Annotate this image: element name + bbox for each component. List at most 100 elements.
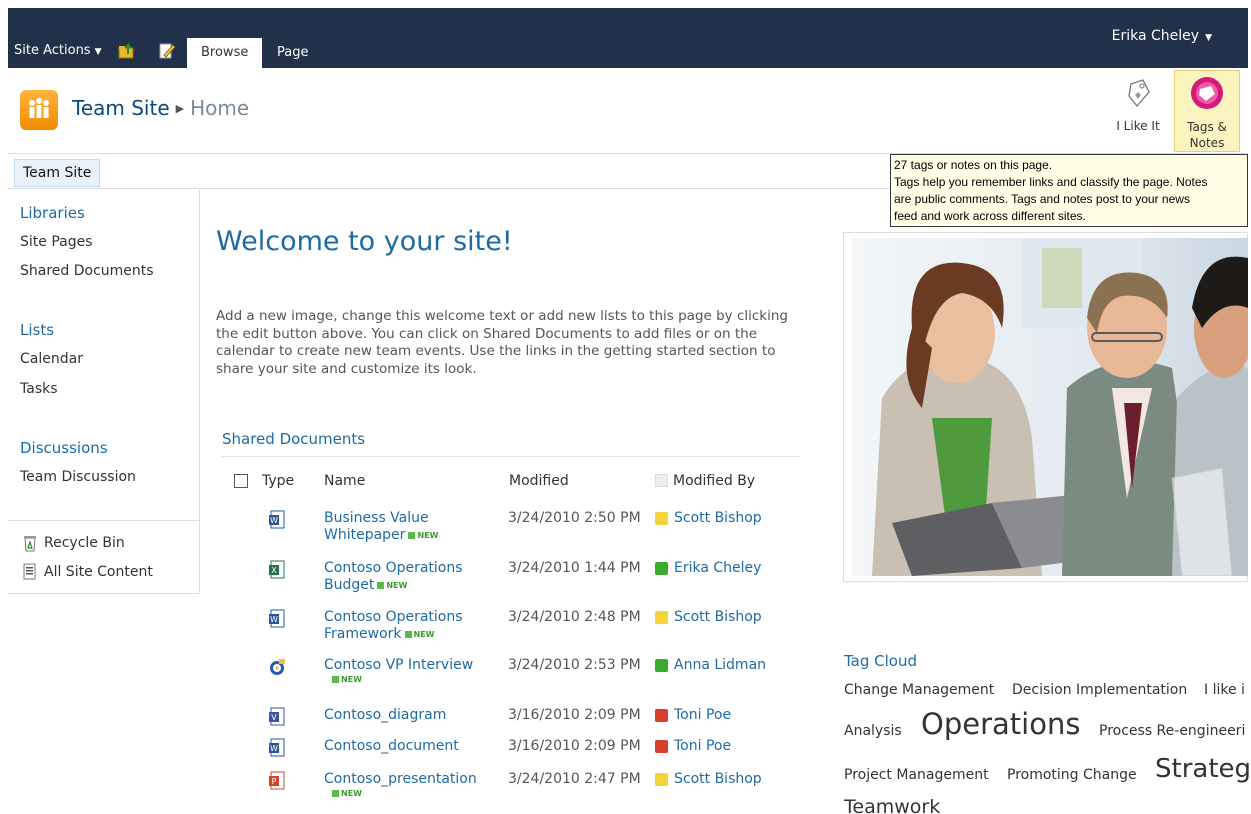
modified-by-link[interactable]: Anna Lidman — [674, 657, 766, 673]
new-badge-label: NEW — [413, 630, 435, 639]
new-star-icon — [404, 631, 412, 638]
tags-notes-tooltip: 27 tags or notes on this page. Tags help… — [890, 154, 1248, 227]
modified-by-link[interactable]: Toni Poe — [674, 707, 731, 723]
quick-launch-calendar[interactable]: Calendar — [20, 351, 83, 367]
new-badge: NEW — [377, 577, 407, 594]
document-name-link[interactable]: Contoso_document — [324, 738, 492, 755]
tag-link[interactable]: Operations — [921, 707, 1080, 741]
modified-date: 3/24/2010 2:53 PM — [508, 657, 641, 673]
modified-by-link[interactable]: Scott Bishop — [674, 771, 762, 787]
modified-date: 3/24/2010 2:47 PM — [508, 771, 641, 787]
tag-link[interactable]: Analysis — [844, 723, 902, 739]
quick-launch-libraries[interactable]: Libraries — [20, 204, 85, 222]
modified-by-link[interactable]: Scott Bishop — [674, 510, 762, 526]
svg-text:W: W — [270, 615, 278, 624]
tags-notes-label-line2: Notes — [1189, 136, 1225, 150]
document-name-line1: Contoso VP Interview — [324, 657, 474, 673]
shared-documents-web-part-title[interactable]: Shared Documents — [222, 430, 365, 448]
recycle-bin-label: Recycle Bin — [44, 535, 125, 551]
new-star-icon — [332, 790, 339, 797]
document-name-line1: Business Value — [324, 510, 429, 526]
modified-by-link[interactable]: Scott Bishop — [674, 609, 762, 625]
svg-text:W: W — [270, 744, 278, 753]
presence-online-icon[interactable] — [655, 659, 668, 672]
user-menu[interactable]: Erika Cheley ▼ — [1112, 28, 1212, 44]
presence-available-icon[interactable] — [655, 773, 668, 786]
recycle-bin-icon — [24, 536, 36, 552]
document-name-link[interactable]: Contoso Operations Budget NEW — [324, 560, 492, 594]
modified-date: 3/24/2010 2:50 PM — [508, 510, 641, 526]
column-header-modified-by[interactable]: Modified By — [655, 473, 755, 489]
edit-page-icon[interactable] — [158, 42, 176, 60]
i-like-it-label: I Like It — [1116, 119, 1160, 133]
tooltip-line: feed and work across different sites. — [894, 209, 1086, 223]
tag-link[interactable]: Strateg — [1155, 754, 1251, 784]
quick-launch-discussions[interactable]: Discussions — [20, 439, 108, 457]
chevron-down-icon: ▼ — [1205, 33, 1212, 43]
presence-online-icon[interactable] — [655, 562, 668, 575]
tag-link[interactable]: Process Re-engineeri — [1099, 723, 1245, 739]
new-badge-label: NEW — [386, 581, 408, 590]
tags-notes-label: Tags & Notes — [1175, 119, 1239, 151]
tab-browse[interactable]: Browse — [187, 38, 263, 68]
document-name-link[interactable]: Contoso Operations Framework NEW — [324, 609, 492, 643]
quick-launch-recycle-bin[interactable]: Recycle Bin — [22, 534, 125, 552]
powerpoint-doc-icon: P — [269, 771, 285, 790]
modified-date: 3/16/2010 2:09 PM — [508, 707, 641, 723]
tags-notes-button[interactable]: Tags & Notes — [1174, 70, 1240, 152]
column-header-type[interactable]: Type — [262, 473, 294, 489]
ribbon: Site Actions ▼ Browse Page Erika Cheley ▼ — [8, 8, 1248, 68]
tag-link[interactable]: Decision Implementation — [1012, 682, 1187, 698]
tag-link[interactable]: I like i — [1204, 682, 1245, 698]
site-actions-label: Site Actions — [14, 43, 91, 58]
quick-launch-divider — [8, 520, 199, 521]
all-site-content-icon — [23, 563, 36, 580]
modified-by-link[interactable]: Toni Poe — [674, 738, 731, 754]
tooltip-line: Tags help you remember links and classif… — [894, 175, 1208, 189]
tag-cloud-title: Tag Cloud — [844, 652, 918, 670]
select-all-checkbox[interactable] — [234, 474, 248, 488]
word-doc-icon: W — [269, 609, 285, 628]
topnav-team-site[interactable]: Team Site — [14, 159, 101, 187]
quick-launch-site-pages[interactable]: Site Pages — [20, 234, 93, 250]
welcome-text: Add a new image, change this welcome tex… — [216, 308, 788, 377]
column-header-name[interactable]: Name — [324, 473, 365, 489]
presence-available-icon[interactable] — [655, 611, 668, 624]
document-name-line1: Contoso Operations — [324, 560, 463, 576]
column-header-modified[interactable]: Modified — [509, 473, 569, 489]
tag-link[interactable]: Teamwork — [844, 796, 940, 814]
quick-launch-shared-documents[interactable]: Shared Documents — [20, 263, 154, 279]
document-name-link[interactable]: Business Value Whitepaper NEW — [324, 510, 492, 544]
document-name-line2: Budget — [324, 577, 375, 593]
presence-busy-icon[interactable] — [655, 740, 668, 753]
quick-launch-tasks[interactable]: Tasks — [20, 381, 58, 397]
document-name-link[interactable]: Contoso_diagram — [324, 707, 492, 724]
document-name-link[interactable]: Contoso VP Interview NEW — [324, 657, 492, 686]
document-name-line1: Contoso Operations — [324, 609, 463, 625]
i-like-it-button[interactable]: I Like It — [1105, 70, 1171, 150]
tab-page[interactable]: Page — [263, 38, 322, 68]
document-name-line1: Contoso_diagram — [324, 707, 447, 723]
site-actions-menu[interactable]: Site Actions ▼ — [14, 43, 102, 58]
document-name-link[interactable]: Contoso_presentation NEW — [324, 771, 492, 800]
tag-link[interactable]: Project Management — [844, 767, 989, 783]
new-star-icon — [332, 676, 339, 683]
quick-launch: Libraries Site Pages Shared Documents Li… — [8, 190, 200, 594]
tag-link[interactable]: Promoting Change — [1007, 767, 1137, 783]
svg-text:V: V — [271, 713, 277, 722]
word-doc-icon: W — [269, 738, 285, 757]
new-star-icon — [377, 582, 385, 589]
quick-launch-team-discussion[interactable]: Team Discussion — [20, 469, 136, 485]
breadcrumb-site-link[interactable]: Team Site — [72, 96, 170, 120]
quick-launch-all-site-content[interactable]: All Site Content — [22, 563, 153, 581]
site-logo[interactable] — [20, 90, 58, 130]
quick-launch-lists[interactable]: Lists — [20, 321, 54, 339]
tag-link[interactable]: Change Management — [844, 682, 994, 698]
presence-available-icon[interactable] — [655, 512, 668, 525]
svg-text:X: X — [271, 566, 277, 575]
modified-by-link[interactable]: Erika Cheley — [674, 560, 761, 576]
navigate-up-icon[interactable] — [118, 42, 136, 60]
tooltip-line: are public comments. Tags and notes post… — [894, 192, 1190, 206]
presence-busy-icon[interactable] — [655, 709, 668, 722]
page-title: Welcome to your site! — [216, 226, 513, 257]
